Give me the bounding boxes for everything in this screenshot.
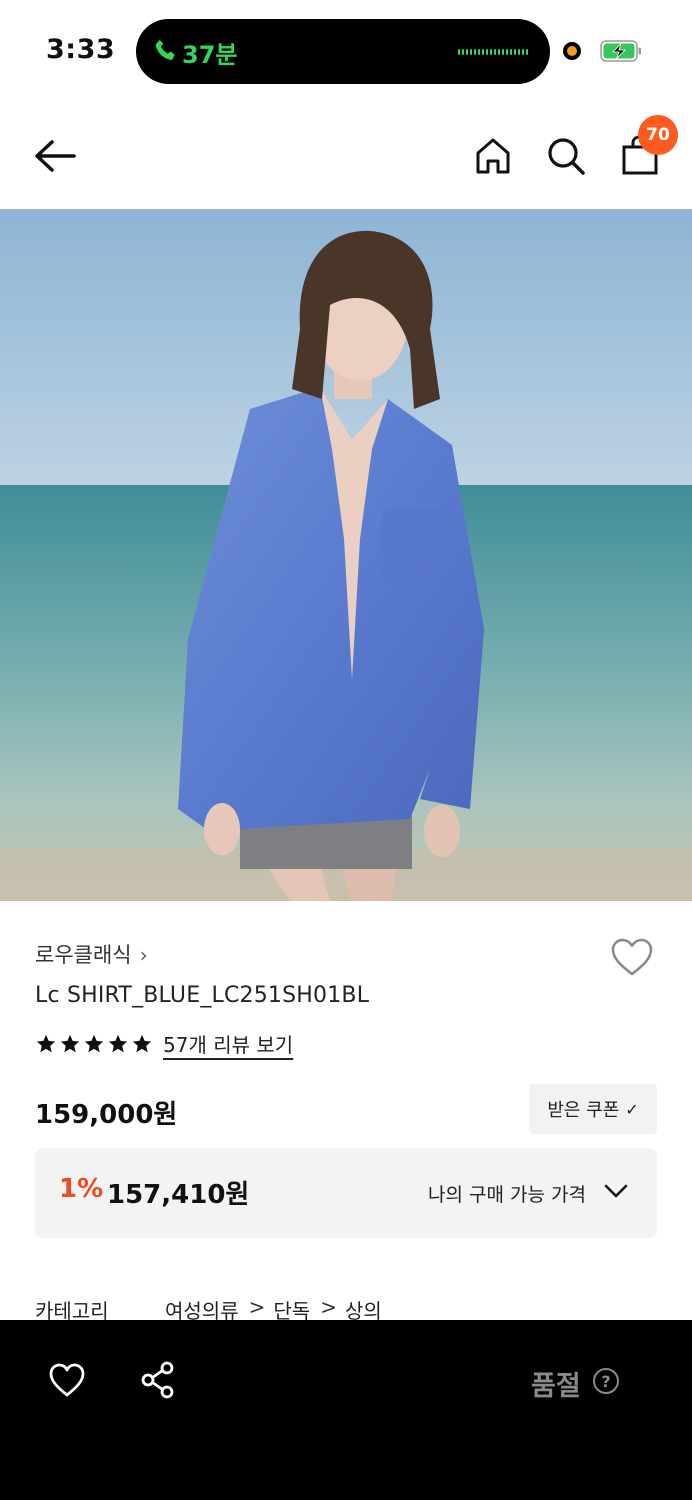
cart-count-badge: 70: [638, 115, 678, 155]
status-bar: 3:33 37분: [0, 0, 692, 100]
brand-link[interactable]: 로우클래식 ›: [35, 939, 148, 969]
audio-wave-icon: [458, 49, 528, 55]
bottom-action-bar: 품절 ?: [0, 1320, 692, 1500]
coupon-button[interactable]: 받은 쿠폰 ✓: [529, 1084, 657, 1134]
question-circle-icon[interactable]: ?: [593, 1368, 619, 1394]
chevron-down-icon: [604, 1184, 628, 1198]
coupon-label: 받은 쿠폰: [547, 1100, 620, 1121]
my-price-label: 나의 구매 가능 가격: [428, 1184, 586, 1206]
share-icon[interactable]: [140, 1360, 176, 1400]
product-name: Lc SHIRT_BLUE_LC251SH01BL: [35, 983, 370, 1008]
heart-icon[interactable]: [610, 937, 654, 977]
my-price-panel[interactable]: 1% 157,410원 나의 구매 가능 가격: [35, 1148, 657, 1238]
discounted-price: 157,410원: [107, 1180, 250, 1210]
rating-row: 57개 리뷰 보기: [35, 1029, 293, 1058]
star-icon: [60, 1034, 80, 1052]
discount-rate: 1%: [59, 1174, 104, 1204]
heart-icon[interactable]: [48, 1362, 86, 1398]
search-icon[interactable]: [546, 136, 586, 176]
home-icon[interactable]: [474, 136, 512, 176]
arrow-left-icon[interactable]: [32, 136, 78, 176]
phone-icon: [155, 39, 175, 60]
star-icon: [132, 1034, 152, 1052]
product-price: 159,000원: [35, 1100, 178, 1130]
call-duration: 37분: [182, 41, 238, 69]
dynamic-island[interactable]: 37분: [136, 19, 550, 84]
check-icon: ✓: [625, 1099, 639, 1119]
battery-charging-icon: [600, 40, 641, 62]
review-link[interactable]: 57개 리뷰 보기: [163, 1029, 293, 1058]
star-icon: [84, 1034, 104, 1052]
star-icon: [108, 1034, 128, 1052]
sold-out-label: 품절: [531, 1371, 581, 1402]
brand-name: 로우클래식: [35, 943, 132, 967]
product-image[interactable]: [0, 209, 692, 901]
product-photo: [0, 209, 692, 901]
top-navigation: [0, 100, 692, 210]
product-info: 로우클래식 › Lc SHIRT_BLUE_LC251SH01BL 57개 리뷰 …: [0, 901, 692, 1323]
recording-indicator-icon: [563, 42, 581, 60]
star-icon: [36, 1034, 56, 1052]
star-rating: [35, 1033, 153, 1055]
status-time: 3:33: [46, 34, 116, 65]
chevron-right-icon: ›: [139, 943, 148, 967]
